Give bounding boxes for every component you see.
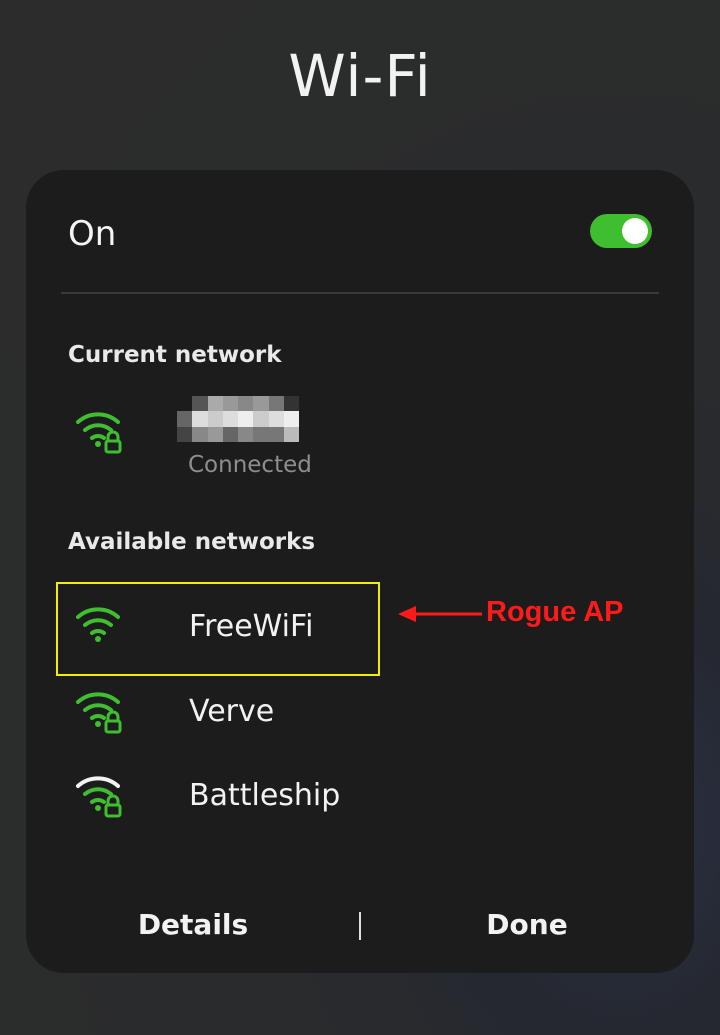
network-name: Battleship	[189, 778, 341, 813]
page-title: Wi-Fi	[288, 42, 432, 110]
current-network-title: Current network	[68, 342, 282, 368]
network-name: Verve	[189, 694, 275, 729]
redacted-network-name	[177, 396, 299, 442]
arrow-left-icon	[398, 606, 482, 622]
wifi-lock-icon	[76, 692, 122, 734]
connection-status: Connected	[188, 452, 312, 478]
dialog-buttons: Details Done	[26, 890, 694, 960]
wifi-lock-icon	[76, 412, 122, 454]
toggle-knob	[622, 218, 648, 244]
rogue-ap-highlight	[56, 582, 380, 676]
button-separator	[359, 912, 361, 940]
wifi-toggle[interactable]	[590, 214, 652, 248]
wifi-lock-icon	[76, 776, 122, 818]
annotation-label: Rogue AP	[486, 596, 624, 628]
wifi-state-label: On	[68, 214, 117, 254]
wifi-dialog: On Current network Connected Available n…	[26, 170, 694, 973]
divider	[61, 292, 659, 294]
available-networks-title: Available networks	[68, 529, 316, 555]
rogue-ap-annotation: Rogue AP	[398, 596, 698, 636]
done-button[interactable]: Done	[422, 890, 632, 960]
network-item-verve[interactable]: Verve	[58, 670, 428, 754]
network-item-battleship[interactable]: Battleship	[58, 754, 428, 838]
details-button[interactable]: Details	[88, 890, 298, 960]
